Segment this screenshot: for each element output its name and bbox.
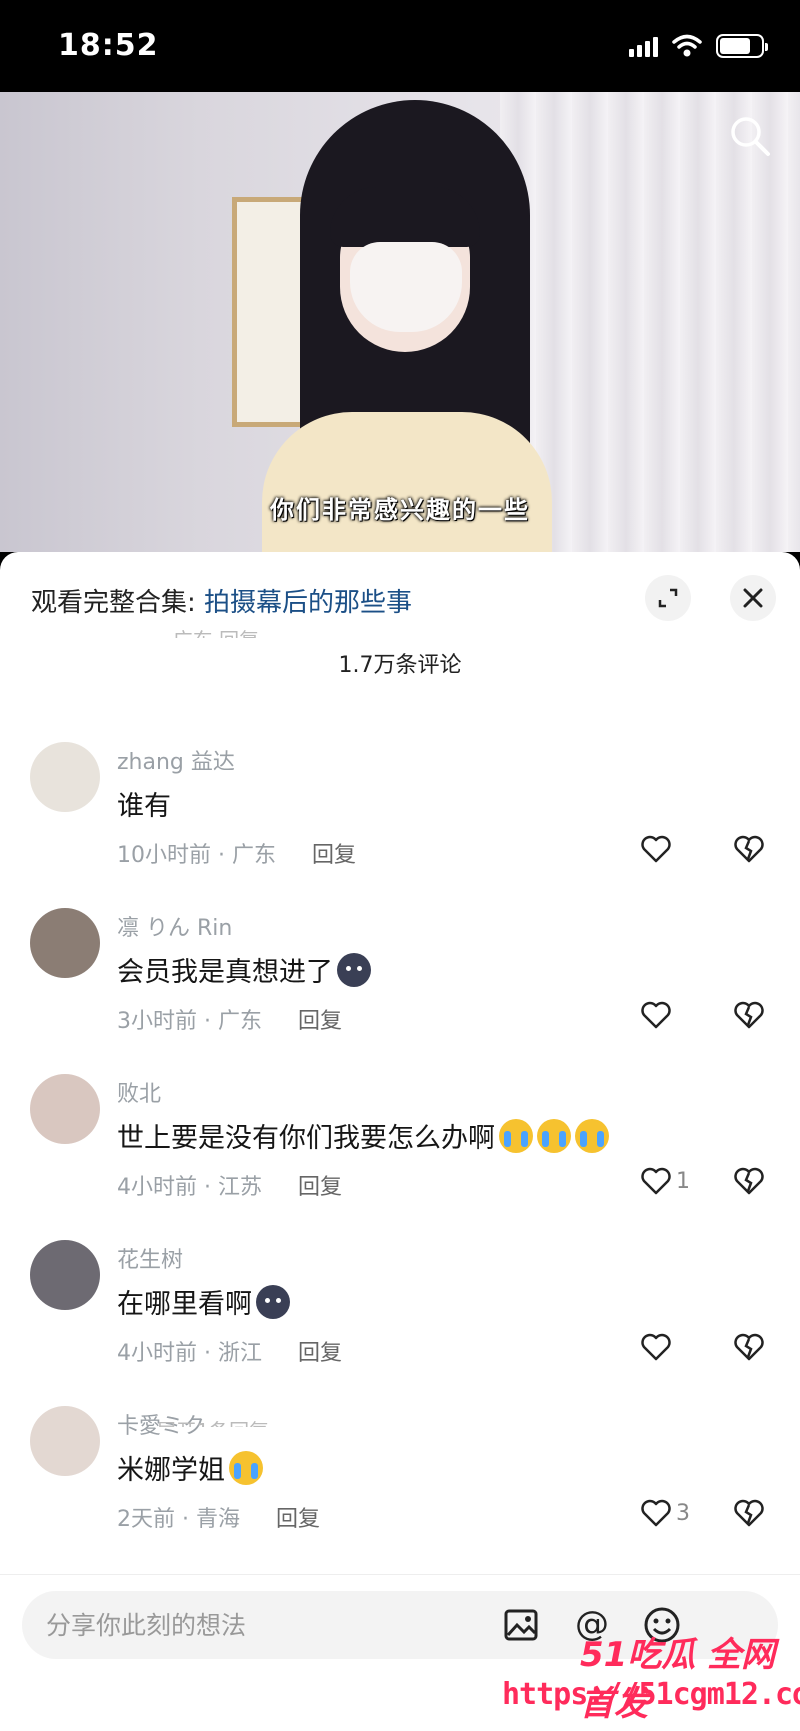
dislike-button[interactable]: [733, 834, 765, 868]
comment-meta: 4小时前 · 江苏 回复: [117, 1169, 342, 1201]
comment-input-bar: @ 51吃瓜 全网首发 https://51cgm12.com: [0, 1574, 800, 1731]
comment-text: 会员我是真想进了: [117, 950, 371, 989]
comment-text: 世上要是没有你们我要怎么办啊: [117, 1116, 609, 1155]
dislike-button[interactable]: [733, 1498, 765, 1532]
dislike-button[interactable]: [733, 1000, 765, 1034]
heart-icon: [641, 1167, 671, 1195]
like-count: 3: [676, 1500, 690, 1526]
image-icon[interactable]: [502, 1605, 542, 1645]
comment-text-body: 世上要是没有你们我要怎么办啊: [117, 1123, 495, 1154]
broken-heart-icon: [734, 1333, 764, 1361]
comment-meta: 10小时前 · 广东 回复: [117, 837, 356, 869]
expand-button[interactable]: [645, 575, 691, 621]
comment-text-body: 谁有: [117, 791, 171, 822]
heart-icon: [641, 1499, 671, 1527]
comment-text-body: 在哪里看啊: [117, 1289, 252, 1320]
broken-heart-icon: [734, 835, 764, 863]
comment-input[interactable]: [46, 1591, 546, 1659]
comment-item[interactable]: 卡愛ミク 米娜学姐 2天前 · 青海 回复 3: [0, 1406, 800, 1552]
avatar[interactable]: [30, 1240, 100, 1310]
avatar[interactable]: [30, 908, 100, 978]
comment-text: 米娜学姐: [117, 1448, 263, 1487]
collection-banner[interactable]: 观看完整合集: 拍摄幕后的那些事: [31, 582, 412, 619]
partial-comment-meta: …· 广东 回复: [140, 624, 259, 638]
broken-heart-icon: [734, 1167, 764, 1195]
watermark-url: https://51cgm12.com: [502, 1677, 800, 1712]
comment-time-location: 10小时前 · 广东: [117, 843, 276, 868]
wifi-icon: [672, 34, 702, 57]
comment-username[interactable]: zhang 益达: [117, 744, 235, 776]
search-icon[interactable]: [728, 114, 772, 158]
avatar[interactable]: [30, 1074, 100, 1144]
comment-time-location: 2天前 · 青海: [117, 1507, 240, 1532]
like-button[interactable]: [640, 1000, 676, 1030]
comment-text: 在哪里看啊: [117, 1282, 290, 1321]
broken-heart-icon: [734, 1499, 764, 1527]
heart-icon: [641, 1333, 671, 1361]
battery-icon: [716, 34, 768, 58]
close-button[interactable]: [730, 575, 776, 621]
comment-username[interactable]: 凛 りん Rin: [117, 910, 232, 942]
comment-time-location: 3小时前 · 广东: [117, 1009, 262, 1034]
comment-item[interactable]: 凛 りん Rin 会员我是真想进了 3小时前 · 广东 回复: [0, 908, 800, 1074]
dislike-button[interactable]: [733, 1166, 765, 1200]
status-icons: [629, 34, 768, 58]
comment-item[interactable]: 败北世上要是没有你们我要怎么办啊 4小时前 · 江苏 回复 1: [0, 1074, 800, 1240]
person-bangs: [330, 187, 480, 247]
comment-count: 1.7万条评论: [338, 653, 462, 678]
dark-face-emoji-icon: [337, 952, 371, 987]
comment-item[interactable]: 花生树在哪里看啊 4小时前 · 浙江 回复: [0, 1240, 800, 1406]
heart-icon: [641, 1001, 671, 1029]
like-button[interactable]: [640, 1332, 676, 1362]
heart-icon: [641, 835, 671, 863]
comment-username[interactable]: 花生树: [117, 1242, 183, 1274]
comment-time-location: 4小时前 · 江苏: [117, 1175, 262, 1200]
like-button[interactable]: 1: [640, 1166, 690, 1196]
crying-emoji-icon: [537, 1118, 571, 1153]
signal-icon: [629, 35, 658, 57]
comment-meta: 4小时前 · 浙江 回复: [117, 1335, 342, 1367]
reply-button[interactable]: 回复: [276, 1507, 320, 1532]
avatar[interactable]: [30, 742, 100, 812]
comment-meta: 3小时前 · 广东 回复: [117, 1003, 342, 1035]
crying-emoji-icon: [499, 1118, 533, 1153]
expand-icon: [658, 588, 678, 608]
comment-meta: 2天前 · 青海 回复: [117, 1501, 320, 1533]
reply-button[interactable]: 回复: [298, 1175, 342, 1200]
status-bar: 18:52: [0, 0, 800, 92]
comment-username[interactable]: 败北: [117, 1076, 161, 1108]
comment-time-location: 4小时前 · 浙江: [117, 1341, 262, 1366]
like-button[interactable]: [640, 834, 676, 864]
dislike-button[interactable]: [733, 1332, 765, 1366]
comment-text-body: 米娜学姐: [117, 1455, 225, 1486]
comment-text-body: 会员我是真想进了: [117, 957, 333, 988]
crying-emoji-icon: [575, 1118, 609, 1153]
comment-sheet: 观看完整合集: 拍摄幕后的那些事 1.7万条评论 …· 广东 回复 zhang …: [0, 552, 800, 1731]
expand-replies-link[interactable]: —— 展开1条回复: [110, 1415, 269, 1427]
like-count: 1: [676, 1168, 690, 1194]
close-icon: [743, 588, 763, 608]
crying-emoji-icon: [229, 1450, 263, 1485]
dark-face-emoji-icon: [256, 1284, 290, 1319]
watermark-logo: 51吃瓜 全网首发 https://51cgm12.com: [500, 1635, 800, 1727]
collection-link[interactable]: 拍摄幕后的那些事: [204, 588, 412, 618]
reply-button[interactable]: 回复: [298, 1009, 342, 1034]
video-player[interactable]: 你们非常感兴趣的一些: [0, 92, 800, 552]
comment-text: 谁有: [117, 784, 171, 823]
reply-button[interactable]: 回复: [312, 843, 356, 868]
status-time: 18:52: [58, 28, 159, 63]
reply-button[interactable]: 回复: [298, 1341, 342, 1366]
avatar[interactable]: [30, 1406, 100, 1476]
face-mask: [350, 242, 462, 332]
video-caption: 你们非常感兴趣的一些: [270, 496, 530, 524]
person-sweater: [262, 412, 552, 552]
broken-heart-icon: [734, 1001, 764, 1029]
like-button[interactable]: 3: [640, 1498, 690, 1528]
comment-item[interactable]: zhang 益达 谁有 10小时前 · 广东 回复: [0, 742, 800, 908]
collection-prefix: 观看完整合集:: [31, 588, 205, 618]
